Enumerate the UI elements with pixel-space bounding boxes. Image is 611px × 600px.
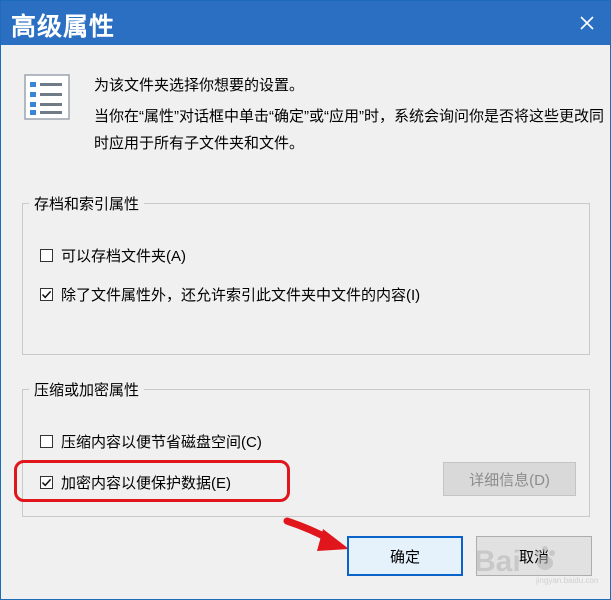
- archive-label: 可以存档文件夹(A): [61, 248, 186, 265]
- index-label: 除了文件属性外，还允许索引此文件夹中文件的内容(I): [61, 287, 421, 304]
- archive-index-group: 存档和索引属性: [22, 193, 590, 355]
- intro-description: 当你在“属性”对话框中单击“确定”或“应用”时，系统会询问你是否将这些更改同时应…: [94, 108, 604, 152]
- intro-text: 为该文件夹选择你想要的设置。: [94, 77, 305, 94]
- advanced-attributes-dialog: 高级属性 为该文件夹选择你想要的设置。 当你在“属性”对话框中单击“确定”或“应…: [0, 0, 611, 600]
- watermark-subtext: jingyan.baidu.com: [535, 576, 598, 585]
- close-icon: [580, 16, 594, 30]
- archive-checkbox[interactable]: [40, 249, 53, 262]
- title-bar[interactable]: 高级属性: [1, 1, 610, 45]
- details-button[interactable]: 详细信息(D): [443, 462, 576, 496]
- encrypt-highlight-annotation: [14, 460, 290, 502]
- ok-button[interactable]: 确定: [347, 536, 463, 576]
- baidu-paw-icon: [535, 546, 555, 570]
- archive-option[interactable]: 可以存档文件夹(A): [40, 245, 186, 266]
- dialog-title: 高级属性: [11, 13, 116, 41]
- compress-option[interactable]: 压缩内容以便节省磁盘空间(C): [40, 431, 262, 452]
- index-option[interactable]: 除了文件属性外，还允许索引此文件夹中文件的内容(I): [40, 284, 420, 305]
- archive-index-group-title: 存档和索引属性: [29, 193, 145, 214]
- compress-encrypt-group-title: 压缩或加密属性: [29, 379, 145, 400]
- close-button[interactable]: [564, 1, 610, 45]
- compress-checkbox[interactable]: [40, 435, 53, 448]
- baidu-watermark: Bai jingyan.baidu.com: [474, 545, 598, 585]
- compress-label: 压缩内容以便节省磁盘空间(C): [61, 434, 262, 451]
- checkbox-checked-icon: [41, 290, 52, 299]
- settings-list-icon: [24, 74, 70, 120]
- watermark-brand: Bai: [474, 545, 521, 578]
- red-arrow-icon: [283, 517, 349, 551]
- index-checkbox[interactable]: [40, 288, 53, 301]
